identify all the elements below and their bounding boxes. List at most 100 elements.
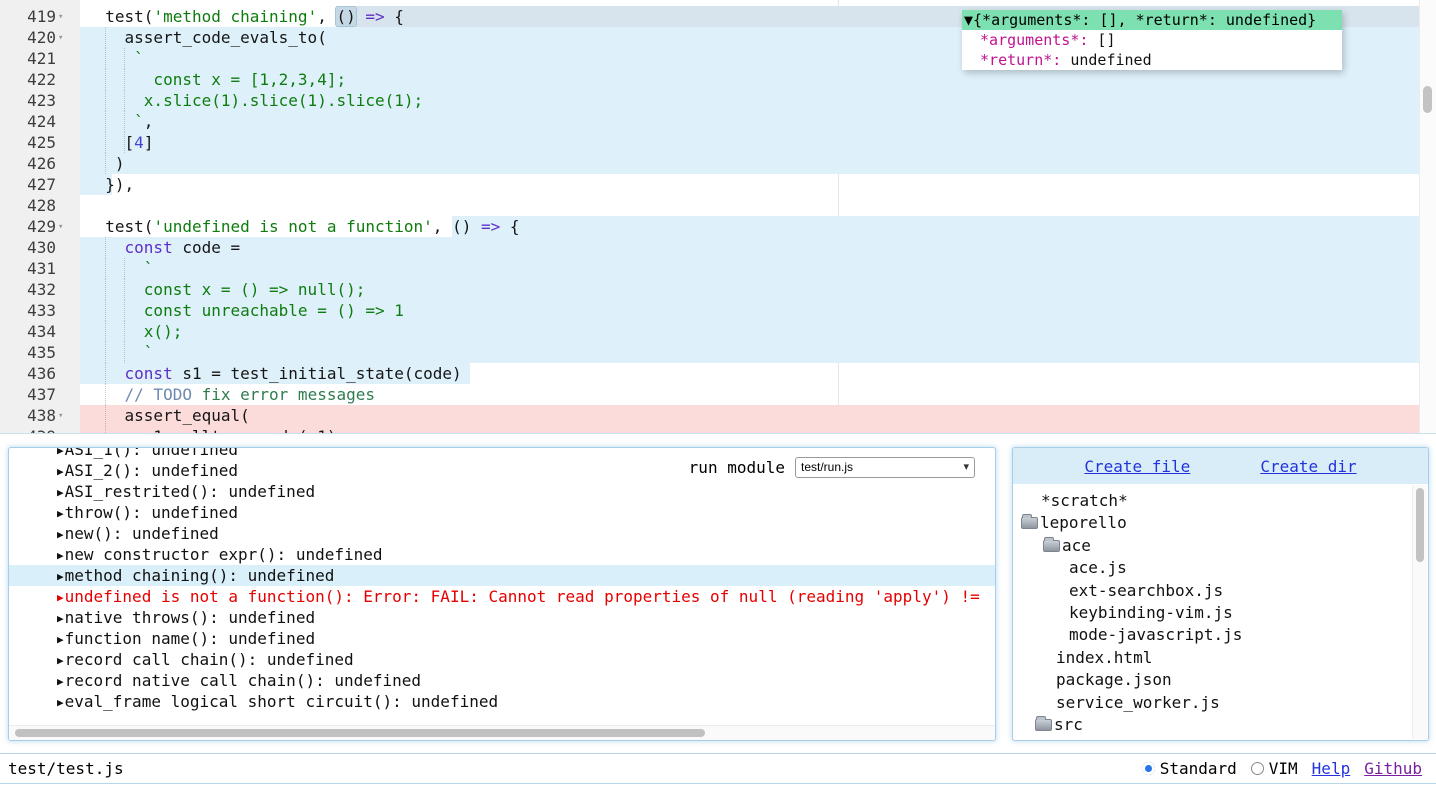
test-results-panel: ▶ASI_1(): undefined▶ASI_2(): undefined▶A…: [8, 447, 996, 741]
code-text: `: [86, 48, 144, 69]
code-line-436[interactable]: const s1 = test_initial_state(code): [0, 363, 1436, 384]
tree-item-label: leporello: [1040, 512, 1127, 534]
inspector-header[interactable]: ▼{*arguments*: [], *return*: undefined}: [962, 10, 1342, 30]
code-line-437[interactable]: // TODO fix error messages: [0, 384, 1436, 405]
inspector-row[interactable]: *arguments*: []: [962, 30, 1342, 50]
expand-triangle-icon[interactable]: ▶: [57, 507, 64, 520]
test-result-item[interactable]: ▶native throws(): undefined: [9, 607, 995, 628]
radio-standard-icon[interactable]: [1142, 762, 1155, 775]
code-line-423[interactable]: x.slice(1).slice(1).slice(1);: [0, 90, 1436, 111]
code-line-425[interactable]: [4]: [0, 132, 1436, 153]
gutter-line-427: 427: [0, 174, 80, 195]
line-highlight: [80, 405, 1421, 426]
tree-item-mode-javascript-js[interactable]: mode-javascript.js: [1013, 624, 1428, 646]
expand-triangle-icon[interactable]: ▶: [57, 528, 64, 541]
code-line-426[interactable]: ): [0, 153, 1436, 174]
tree-item-ace-js[interactable]: ace.js: [1013, 557, 1428, 579]
file-tree-scrollbar-thumb[interactable]: [1416, 488, 1424, 562]
code-line-424[interactable]: `,: [0, 111, 1436, 132]
tree-item-ext-searchbox-js[interactable]: ext-searchbox.js: [1013, 580, 1428, 602]
code-text: [4]: [86, 132, 153, 153]
code-line-422[interactable]: const x = [1,2,3,4];: [0, 69, 1436, 90]
console-horizontal-scrollbar[interactable]: [9, 725, 995, 740]
code-line-431[interactable]: `: [0, 258, 1436, 279]
expand-triangle-icon[interactable]: ▶: [57, 570, 64, 583]
test-result-item[interactable]: ▶function name(): undefined: [9, 628, 995, 649]
github-link[interactable]: Github: [1364, 759, 1422, 778]
code-line-429[interactable]: test('undefined is not a function', () =…: [0, 216, 1436, 237]
fold-arrow-icon[interactable]: ▾: [58, 7, 63, 28]
tree-item-label: ace: [1062, 535, 1091, 557]
keybinding-vim-option[interactable]: VIM: [1251, 759, 1298, 778]
create-file-link[interactable]: Create file: [1084, 457, 1190, 476]
code-text: const unreachable = () => 1: [86, 300, 404, 321]
file-tree: *scratch*leporelloaceace.jsext-searchbox…: [1013, 484, 1428, 741]
create-dir-link[interactable]: Create dir: [1260, 457, 1356, 476]
expand-triangle-icon[interactable]: ▶: [57, 486, 64, 499]
tree-item-ace[interactable]: ace: [1013, 535, 1428, 557]
tree-item-leporello[interactable]: leporello: [1013, 512, 1428, 534]
test-result-item[interactable]: ▶method chaining(): undefined: [9, 565, 995, 586]
code-line-430[interactable]: const code =: [0, 237, 1436, 258]
tree-item-service-worker-js[interactable]: service_worker.js: [1013, 692, 1428, 714]
expand-triangle-icon[interactable]: ▶: [57, 549, 64, 562]
code-line-434[interactable]: x();: [0, 321, 1436, 342]
test-result-item[interactable]: ▶record native call chain(): undefined: [9, 670, 995, 691]
fold-arrow-icon[interactable]: ▾: [58, 406, 63, 427]
code-line-432[interactable]: const x = () => null();: [0, 279, 1436, 300]
tree-item-package-json[interactable]: package.json: [1013, 669, 1428, 691]
code-editor[interactable]: test('method chaining', () => { assert_c…: [0, 0, 1436, 434]
expand-triangle-icon[interactable]: ▶: [57, 465, 64, 478]
code-line-427[interactable]: }),: [0, 174, 1436, 195]
gutter-line-420[interactable]: 420▾: [0, 27, 80, 48]
line-highlight: [80, 258, 1421, 279]
tree-item-keybinding-vim-js[interactable]: keybinding-vim.js: [1013, 602, 1428, 624]
inspector-row[interactable]: *return*: undefined: [962, 50, 1342, 70]
test-result-item[interactable]: ▶undefined is not a function(): Error: F…: [9, 586, 995, 607]
code-line-439[interactable]: s1.calltree_node(s1): [0, 426, 1436, 434]
gutter-line-438[interactable]: 438▾: [0, 405, 80, 426]
test-result-item[interactable]: ▶eval_frame array_literal(): undefined: [9, 712, 995, 715]
gutter-line-435: 435: [0, 342, 80, 363]
line-highlight: [452, 216, 1421, 237]
console-scrollbar-thumb[interactable]: [15, 729, 705, 737]
test-result-item[interactable]: ▶eval_frame logical short circuit(): und…: [9, 691, 995, 712]
gutter-line-429[interactable]: 429▾: [0, 216, 80, 237]
editor-vertical-scrollbar[interactable]: [1419, 0, 1436, 433]
tree-item--scratch-[interactable]: *scratch*: [1013, 490, 1428, 512]
expand-triangle-icon[interactable]: ▶: [57, 675, 64, 688]
run-module-select[interactable]: test/run.js ▾: [795, 457, 975, 478]
code-line-435[interactable]: `: [0, 342, 1436, 363]
expand-triangle-icon[interactable]: ▶: [57, 696, 64, 709]
expand-triangle-icon[interactable]: ▶: [57, 612, 64, 625]
tree-item-label: service_worker.js: [1056, 692, 1220, 714]
test-result-item[interactable]: ▶new(): undefined: [9, 523, 995, 544]
test-result-item[interactable]: ▶record call chain(): undefined: [9, 649, 995, 670]
test-result-item[interactable]: ▶throw(): undefined: [9, 502, 995, 523]
fold-arrow-icon[interactable]: ▾: [58, 217, 63, 238]
radio-vim-icon[interactable]: [1251, 762, 1264, 775]
code-line-433[interactable]: const unreachable = () => 1: [0, 300, 1436, 321]
expand-triangle-icon[interactable]: ▶: [57, 447, 64, 457]
code-text: const x = () => null();: [86, 279, 365, 300]
gutter-line-423: 423: [0, 90, 80, 111]
tree-item-src[interactable]: src: [1013, 714, 1428, 736]
fold-arrow-icon[interactable]: ▾: [58, 28, 63, 49]
expand-triangle-icon[interactable]: ▶: [57, 654, 64, 667]
expand-triangle-icon[interactable]: ▶: [57, 591, 64, 604]
tree-item-index-html[interactable]: index.html: [1013, 647, 1428, 669]
code-line-428[interactable]: [0, 195, 1436, 216]
tree-item-ast-utils-js[interactable]: ast_utils.js: [1013, 736, 1428, 741]
current-file-path: test/test.js: [8, 759, 124, 778]
code-text: const x = [1,2,3,4];: [86, 69, 346, 90]
status-bar-right: Standard VIM Help Github: [1142, 759, 1422, 778]
gutter-line-419[interactable]: 419▾: [0, 6, 80, 27]
test-result-item[interactable]: ▶new constructor expr(): undefined: [9, 544, 995, 565]
help-link[interactable]: Help: [1312, 759, 1351, 778]
editor-scrollbar-thumb[interactable]: [1423, 86, 1432, 113]
expand-triangle-icon[interactable]: ▶: [57, 633, 64, 646]
keybinding-standard-option[interactable]: Standard: [1142, 759, 1237, 778]
code-line-438[interactable]: assert_equal(: [0, 405, 1436, 426]
test-result-item[interactable]: ▶ASI_restrited(): undefined: [9, 481, 995, 502]
file-tree-scrollbar[interactable]: [1412, 485, 1427, 739]
